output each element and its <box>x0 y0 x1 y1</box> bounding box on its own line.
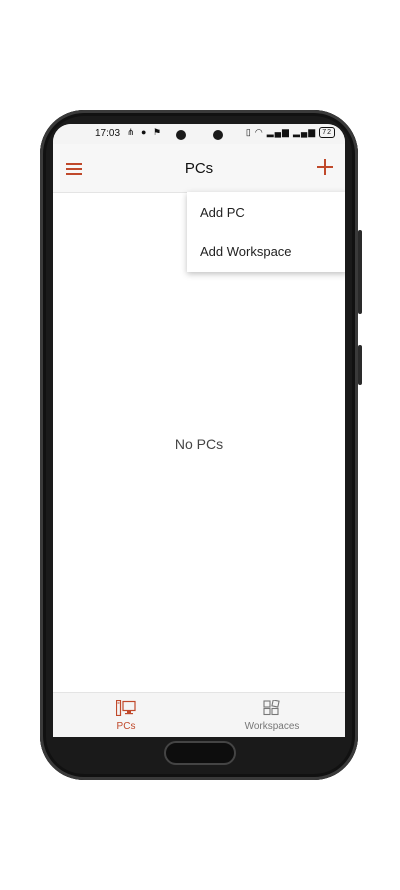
plus-icon[interactable] <box>317 159 333 175</box>
notification-icons: ⋔ ● ⚑ <box>127 127 164 137</box>
menu-item-add-workspace[interactable]: Add Workspace <box>200 244 292 259</box>
home-button[interactable] <box>164 741 236 765</box>
volume-button <box>358 230 362 314</box>
tab-pcs[interactable]: PCs <box>53 693 199 737</box>
add-dropdown-menu: Add PC Add Workspace <box>187 192 345 272</box>
signal-icon: ▂▄▆ <box>266 127 290 137</box>
wifi-icon: ◠ <box>254 127 264 137</box>
tab-label-pcs: PCs <box>116 721 136 732</box>
workspaces-icon <box>263 700 280 716</box>
phone-screen: 17:03 ⋔ ● ⚑ ▯ ◠ ▂▄▆ ▂▄▆ 72 PCs No PCs Ad… <box>53 124 345 737</box>
system-icons: ▯ ◠ ▂▄▆ ▂▄▆ 72 <box>246 127 335 138</box>
power-button <box>358 345 362 385</box>
status-time: 17:03 <box>95 128 121 139</box>
battery-icon: 72 <box>319 127 335 138</box>
bottom-nav: PCs Workspaces <box>53 692 345 737</box>
empty-state-message: No PCs <box>174 436 224 452</box>
status-bar: 17:03 ⋔ ● ⚑ ▯ ◠ ▂▄▆ ▂▄▆ 72 <box>53 124 345 144</box>
pc-icon <box>116 700 136 716</box>
vibrate-icon: ▯ <box>245 127 252 137</box>
page-title: PCs <box>184 160 214 177</box>
front-camera-lens-icon <box>213 130 223 140</box>
menu-item-add-pc[interactable]: Add PC <box>200 205 245 220</box>
tab-workspaces[interactable]: Workspaces <box>199 693 345 737</box>
app-bar: PCs <box>53 144 345 193</box>
front-camera-icon <box>176 130 186 140</box>
signal-icon-2: ▂▄▆ <box>292 127 317 137</box>
tab-label-workspaces: Workspaces <box>244 721 300 732</box>
